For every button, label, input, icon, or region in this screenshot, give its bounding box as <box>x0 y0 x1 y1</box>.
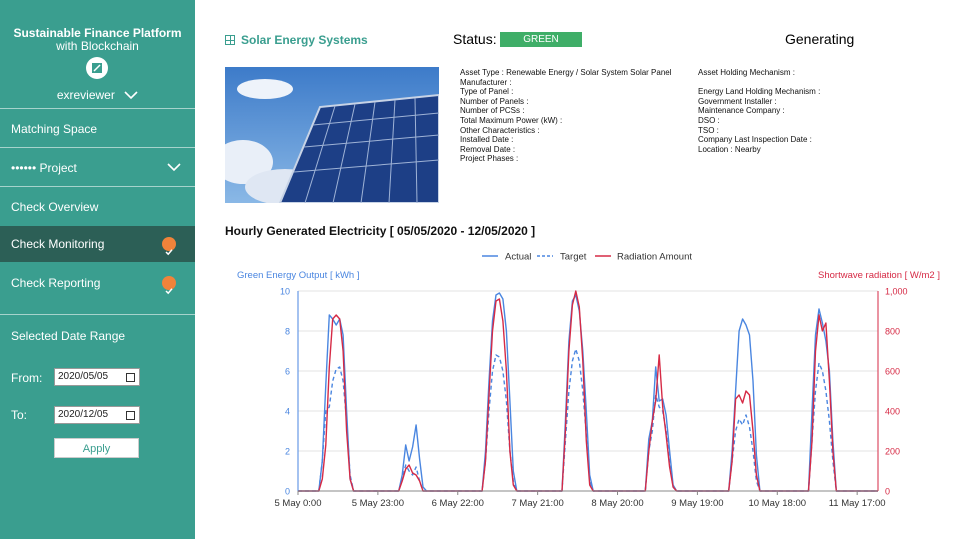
asset-field: Asset Type : Renewable Energy / Solar Sy… <box>460 68 672 77</box>
page-title-text: Solar Energy Systems <box>241 33 368 47</box>
asset-details-right: Asset Holding Mechanism : Energy Land Ho… <box>698 68 820 154</box>
generation-state: Generating <box>785 31 855 47</box>
legend-actual-label: Actual <box>505 252 531 263</box>
status-badge: GREEN <box>500 32 582 47</box>
from-date-value: 2020/05/05 <box>58 371 109 382</box>
divider <box>0 108 195 109</box>
asset-field: Other Characteristics : <box>460 125 540 135</box>
divider <box>0 147 195 148</box>
sidebar-item-label: Check Reporting <box>11 276 101 290</box>
asset-field: Installed Date : <box>460 135 514 145</box>
y-right-tick-label: 1,000 <box>885 287 908 297</box>
y-right-tick-label: 600 <box>885 367 900 377</box>
date-range-title: Selected Date Range <box>11 329 126 343</box>
checkmark-icon <box>162 276 176 295</box>
y-left-tick-label: 0 <box>285 487 290 497</box>
checkmark-icon <box>162 237 176 256</box>
to-label: To: <box>11 408 28 422</box>
asset-field: Company Last Inspection Date : <box>698 135 812 145</box>
x-tick-label: 6 May 22:00 <box>432 498 484 509</box>
sidebar-item-label: •••••• Project <box>11 161 77 175</box>
calendar-icon[interactable] <box>126 411 135 420</box>
chevron-down-icon <box>167 150 181 186</box>
sidebar-item-check-overview[interactable]: Check Overview <box>0 189 195 225</box>
electricity-chart: Actual Target Radiation Amount Green Ene… <box>237 252 940 510</box>
app-title: Sustainable Finance Platform <box>13 26 182 40</box>
asset-field: DSO : <box>698 115 720 125</box>
asset-field: Number of Panels : <box>460 96 529 106</box>
x-tick-label: 7 May 21:00 <box>511 498 563 509</box>
y-axis-left-label: Green Energy Output [ kWh ] <box>237 270 360 281</box>
main-content: Solar Energy Systems Status: GREEN Gener… <box>195 0 965 539</box>
asset-field: Asset Holding Mechanism : <box>698 68 795 77</box>
divider <box>0 314 195 315</box>
apply-button[interactable]: Apply <box>54 438 139 458</box>
sidebar: Sustainable Finance Platform with Blockc… <box>0 0 195 539</box>
chart-title: Hourly Generated Electricity [ 05/05/202… <box>225 224 536 238</box>
asset-field: Type of Panel : <box>460 87 514 97</box>
divider <box>0 186 195 187</box>
x-tick-label: 8 May 20:00 <box>591 498 643 509</box>
y-right-tick-label: 800 <box>885 327 900 337</box>
user-menu[interactable]: exreviewer <box>0 88 195 103</box>
y-right-tick-label: 0 <box>885 487 890 497</box>
x-tick-label: 5 May 0:00 <box>275 498 322 509</box>
x-tick-label: 10 May 18:00 <box>748 498 806 509</box>
app-logo-icon <box>86 57 108 79</box>
sidebar-item-check-monitoring[interactable]: Check Monitoring <box>0 226 195 262</box>
y-right-tick-label: 400 <box>885 407 900 417</box>
legend-target-label: Target <box>560 252 587 263</box>
sidebar-item-label: Matching Space <box>11 122 98 136</box>
sidebar-item-matching-space[interactable]: Matching Space <box>0 111 195 147</box>
asset-field: Location : Nearby <box>698 144 761 154</box>
asset-field <box>698 78 820 88</box>
app-subtitle: with Blockchain <box>56 39 139 53</box>
sidebar-item-project[interactable]: •••••• Project <box>0 150 195 186</box>
asset-field: Removal Date : <box>460 144 516 154</box>
chevron-down-icon <box>124 89 138 103</box>
legend-radiation-label: Radiation Amount <box>617 252 692 263</box>
y-left-tick-label: 4 <box>285 407 290 417</box>
sidebar-item-label: Check Monitoring <box>11 237 105 251</box>
asset-field: Total Maximum Power (kW) : <box>460 115 563 125</box>
calendar-icon[interactable] <box>126 373 135 382</box>
page-title: Solar Energy Systems <box>225 33 368 47</box>
x-tick-label: 5 May 23:00 <box>352 498 404 509</box>
asset-field: Government Installer : <box>698 96 777 106</box>
y-axis-right-label: Shortwave radiation [ W/m2 ] <box>818 270 940 281</box>
asset-details-left: Asset Type : Renewable Energy / Solar Sy… <box>460 68 672 164</box>
from-label: From: <box>11 371 43 385</box>
y-left-tick-label: 6 <box>285 367 290 377</box>
x-tick-label: 11 May 17:00 <box>829 498 886 509</box>
grid-icon <box>225 35 235 45</box>
to-date-input[interactable]: 2020/12/05 <box>54 406 140 424</box>
sidebar-item-check-reporting[interactable]: Check Reporting <box>0 265 195 301</box>
asset-field: Number of PCSs : <box>460 106 525 116</box>
asset-field: TSO : <box>698 125 719 135</box>
chart-legend[interactable]: Actual Target Radiation Amount <box>482 252 692 263</box>
y-left-tick-label: 2 <box>285 447 290 457</box>
series-line-radiation-amount <box>298 290 878 492</box>
asset-field: Maintenance Company : <box>698 106 785 116</box>
asset-field: Manufacturer : <box>460 77 512 87</box>
solar-panel-image <box>225 67 439 203</box>
y-right-tick-label: 200 <box>885 447 900 457</box>
from-date-input[interactable]: 2020/05/05 <box>54 368 140 386</box>
asset-field: Project Phases : <box>460 154 519 164</box>
y-left-tick-label: 8 <box>285 327 290 337</box>
sidebar-item-label: Check Overview <box>11 200 99 214</box>
username: exreviewer <box>56 88 115 102</box>
status-label: Status: <box>453 31 497 47</box>
x-tick-label: 9 May 19:00 <box>671 498 723 509</box>
to-date-value: 2020/12/05 <box>58 409 109 420</box>
y-left-tick-label: 10 <box>280 287 290 297</box>
asset-field: Energy Land Holding Mechanism : <box>698 87 821 97</box>
